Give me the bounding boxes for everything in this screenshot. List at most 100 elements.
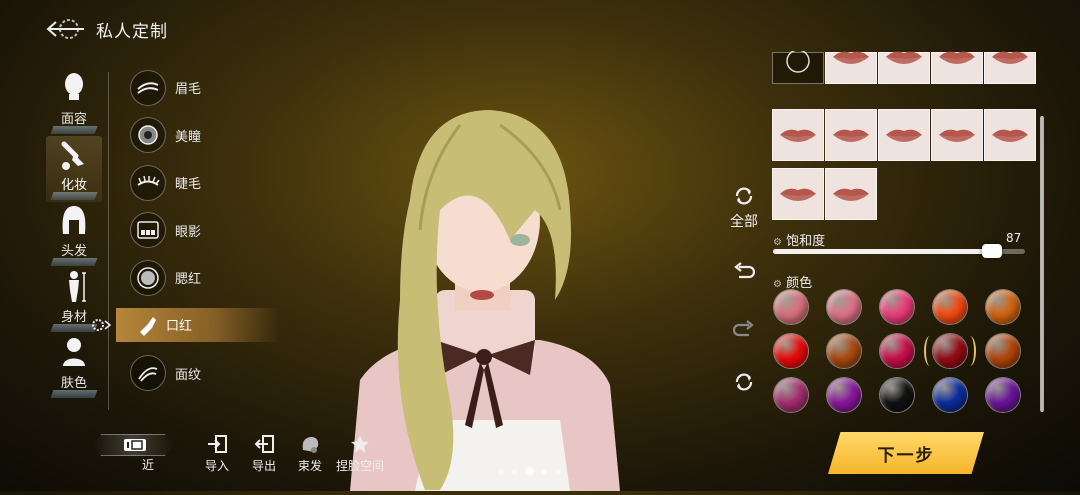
face-pattern-icon xyxy=(130,355,166,392)
color-swatch[interactable] xyxy=(880,378,914,412)
makeup-item-label: 美瞳 xyxy=(175,129,202,145)
color-swatch[interactable] xyxy=(924,334,976,368)
makeup-item-face-pattern[interactable]: 面纹 xyxy=(130,350,270,398)
lip-preset[interactable] xyxy=(825,51,877,84)
scrollbar-thumb[interactable] xyxy=(1040,116,1044,412)
color-label: ⚙ 颜色 xyxy=(773,272,812,291)
page-indicator xyxy=(498,468,561,475)
lip-preset[interactable] xyxy=(772,168,824,220)
category-skin[interactable]: 肤色 xyxy=(46,334,102,400)
color-swatch[interactable] xyxy=(827,334,861,368)
redo-button[interactable] xyxy=(725,319,763,343)
category-face[interactable]: 面容 xyxy=(46,70,102,136)
category-label: 面容 xyxy=(60,112,87,127)
lip-preset[interactable] xyxy=(931,51,983,84)
eyebrow-icon xyxy=(130,69,166,106)
category-label: 化妆 xyxy=(60,178,87,193)
lip-preset[interactable] xyxy=(878,51,930,84)
next-step-button[interactable]: 下一步 xyxy=(828,432,984,474)
import-label: 导入 xyxy=(204,459,229,473)
lip-preset-none[interactable] xyxy=(772,51,824,84)
face-space-label: 捏脸空间 xyxy=(335,459,384,473)
undo-button[interactable] xyxy=(725,261,763,285)
makeup-item-eyelash[interactable]: 睫毛 xyxy=(130,159,270,207)
back-button[interactable] xyxy=(44,14,88,44)
makeup-item-blush[interactable]: 腮红 xyxy=(130,254,270,302)
reset-all-button[interactable]: 全部 xyxy=(725,185,763,231)
color-label-text: 颜色 xyxy=(786,276,813,291)
color-swatch[interactable] xyxy=(880,334,914,368)
camera-distance-button[interactable] xyxy=(93,434,173,456)
makeup-item-eyebrow[interactable]: 眉毛 xyxy=(130,64,270,112)
category-rail: 面容 化妆 头发 身材 肤色 xyxy=(46,70,102,400)
rail-divider xyxy=(108,72,109,410)
color-swatch[interactable] xyxy=(774,290,808,324)
makeup-item-iris[interactable]: 美瞳 xyxy=(130,112,270,160)
lip-preset[interactable] xyxy=(825,109,877,161)
lip-thumbnail xyxy=(939,129,975,142)
category-hair[interactable]: 头发 xyxy=(46,202,102,268)
random-icon xyxy=(735,373,753,391)
page-dot[interactable] xyxy=(526,468,533,475)
page-dot[interactable] xyxy=(498,468,504,475)
page-dot[interactable] xyxy=(512,468,518,475)
category-plate xyxy=(50,126,98,134)
lip-thumbnail xyxy=(833,51,869,64)
category-label: 肤色 xyxy=(60,376,87,391)
eyelash-icon xyxy=(130,164,166,201)
page-dot[interactable] xyxy=(555,468,561,475)
color-swatch-grid xyxy=(774,290,1036,416)
reset-all-label: 全部 xyxy=(730,214,758,230)
tie-hair-button[interactable]: 束发 xyxy=(285,432,335,474)
import-button[interactable]: 导入 xyxy=(192,432,242,474)
hair-icon xyxy=(54,202,94,240)
lip-preset[interactable] xyxy=(931,109,983,161)
color-swatch[interactable] xyxy=(986,378,1020,412)
body-figure-icon xyxy=(54,268,94,306)
face-space-button[interactable]: 捏脸空间 xyxy=(334,432,386,474)
color-swatch[interactable] xyxy=(774,378,808,412)
makeup-brush-icon xyxy=(54,136,94,174)
back-arrow-gear-icon xyxy=(46,19,84,39)
makeup-item-label: 面纹 xyxy=(175,367,202,383)
lip-preset[interactable] xyxy=(984,109,1036,161)
reset-all-icon xyxy=(735,187,753,205)
iris-icon xyxy=(130,117,166,154)
export-button[interactable]: 导出 xyxy=(239,432,289,474)
gear-small-icon: ⚙ xyxy=(773,279,782,290)
color-swatch[interactable] xyxy=(986,290,1020,324)
saturation-value: 87 xyxy=(1006,231,1022,245)
lip-thumbnail xyxy=(780,129,816,142)
color-swatch[interactable] xyxy=(774,334,808,368)
lip-preset[interactable] xyxy=(984,51,1036,84)
makeup-item-lipstick[interactable]: 口红 xyxy=(92,307,280,342)
color-swatch[interactable] xyxy=(880,290,914,324)
color-swatch[interactable] xyxy=(827,290,861,324)
saturation-slider-thumb[interactable] xyxy=(982,244,1002,258)
lip-preset[interactable] xyxy=(878,109,930,161)
makeup-item-eyeshadow[interactable]: 眼影 xyxy=(130,207,270,255)
random-button[interactable] xyxy=(725,371,763,397)
undo-icon xyxy=(734,262,756,279)
color-swatch[interactable] xyxy=(933,290,967,324)
lip-thumbnail xyxy=(886,51,922,64)
makeup-item-label: 眼影 xyxy=(175,224,202,240)
lip-preset[interactable] xyxy=(825,168,877,220)
page-dot[interactable] xyxy=(541,468,547,475)
color-swatch[interactable] xyxy=(827,378,861,412)
makeup-item-list: 眉毛 美瞳 睫毛 眼影 腮红 口红 面纹 xyxy=(92,64,280,398)
color-swatch[interactable] xyxy=(986,334,1020,368)
lip-preset[interactable] xyxy=(772,109,824,161)
color-swatch[interactable] xyxy=(933,378,967,412)
category-makeup[interactable]: 化妆 xyxy=(46,136,102,202)
none-option-icon xyxy=(786,51,810,73)
export-label: 导出 xyxy=(251,459,276,473)
tie-hair-icon xyxy=(302,437,319,453)
lip-preset-grid xyxy=(770,51,1038,220)
makeup-item-label: 腮红 xyxy=(175,272,202,288)
makeup-item-label: 口红 xyxy=(166,319,193,334)
camera-distance-label: 近 xyxy=(141,458,154,472)
lipstick-icon xyxy=(130,308,164,342)
header: 私人定制 xyxy=(44,12,168,46)
category-plate xyxy=(50,258,98,266)
